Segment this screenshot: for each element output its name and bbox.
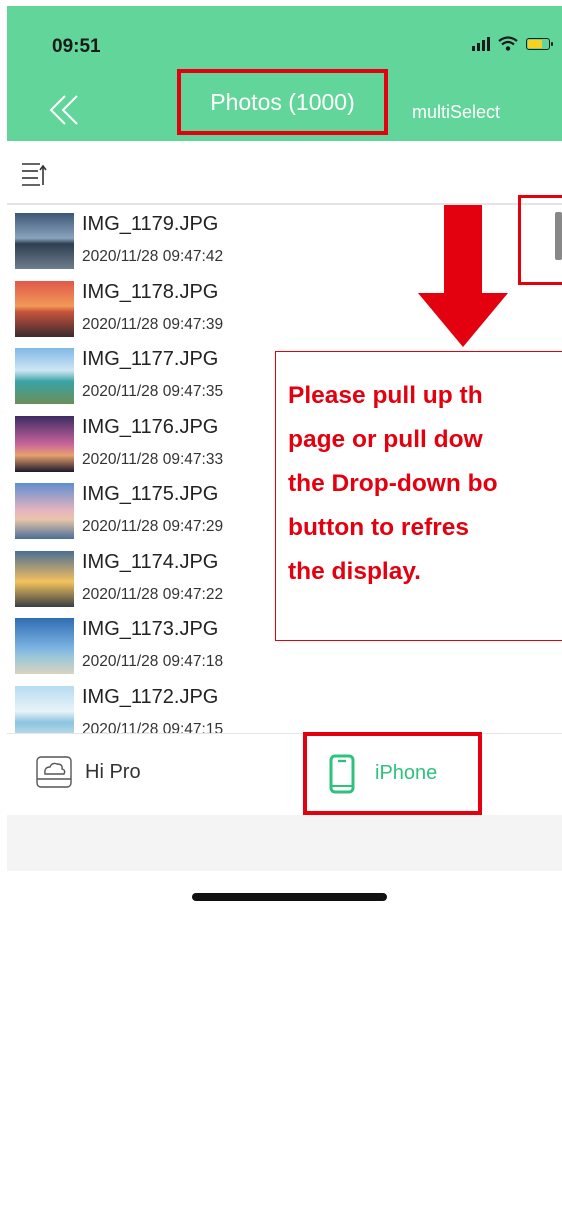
photo-date: 2020/11/28 09:47:29 — [82, 518, 224, 535]
photo-thumbnail — [15, 483, 74, 539]
tab-iphone-label: iPhone — [375, 762, 438, 784]
photo-date: 2020/11/28 09:47:22 — [82, 585, 224, 603]
tab-hipro[interactable]: Hi Pro — [35, 742, 141, 802]
photo-date: 2020/11/28 09:47:18 — [82, 653, 224, 670]
page-title[interactable]: Photos (1000) — [177, 69, 388, 135]
home-area — [7, 815, 562, 871]
photo-thumbnail — [15, 415, 74, 472]
photo-date: 2020/11/28 09:47:33 — [82, 450, 224, 468]
cellular-signal-icon — [472, 36, 490, 51]
double-chevron-left-icon[interactable] — [47, 92, 87, 128]
status-time: 09:51 — [52, 36, 101, 57]
scroll-handle-highlight — [518, 195, 562, 285]
photo-name: IMG_1176.JPG — [82, 415, 219, 438]
photo-name: IMG_1173.JPG — [82, 618, 219, 640]
scrollbar-thumb[interactable] — [555, 212, 562, 260]
toolbar — [7, 141, 562, 205]
photo-name: IMG_1178.JPG — [82, 280, 219, 303]
photo-name: IMG_1177.JPG — [82, 348, 219, 370]
blank-area — [0, 903, 562, 1211]
list-item[interactable]: IMG_1172.JPG 2020/11/28 09:47:15 — [7, 680, 562, 734]
header-bar: 09:51 Photos (1000) multiSelect — [7, 6, 562, 141]
cloud-drive-icon — [36, 756, 72, 788]
status-icons — [472, 36, 553, 51]
photo-name: IMG_1175.JPG — [82, 483, 219, 505]
photo-thumbnail — [15, 348, 74, 404]
multiselect-button[interactable]: multiSelect — [412, 102, 500, 123]
photo-name: IMG_1172.JPG — [82, 685, 219, 708]
photo-date: 2020/11/28 09:47:35 — [82, 383, 224, 400]
battery-icon — [526, 37, 553, 50]
photo-thumbnail — [15, 280, 74, 337]
photo-name: IMG_1179.JPG — [82, 213, 219, 235]
bottom-tab-bar: Hi Pro iPhone — [7, 732, 562, 815]
sort-list-icon[interactable] — [21, 161, 47, 187]
photo-thumbnail — [15, 550, 74, 607]
photo-thumbnail — [15, 685, 74, 733]
photo-date: 2020/11/28 09:47:42 — [82, 248, 224, 265]
tab-hipro-label: Hi Pro — [85, 760, 141, 783]
photo-thumbnail — [15, 213, 74, 269]
tab-iphone[interactable]: iPhone — [303, 732, 482, 815]
home-indicator[interactable] — [192, 893, 387, 901]
photo-name: IMG_1174.JPG — [82, 550, 219, 573]
photo-thumbnail — [15, 618, 74, 674]
wifi-icon — [498, 36, 518, 51]
photo-date: 2020/11/28 09:47:39 — [82, 315, 224, 333]
photo-date: 2020/11/28 09:47:15 — [82, 720, 224, 734]
down-arrow-annotation — [418, 205, 508, 347]
phone-icon — [329, 754, 355, 793]
refresh-instruction-note: Please pull up th page or pull dow the D… — [275, 351, 562, 641]
